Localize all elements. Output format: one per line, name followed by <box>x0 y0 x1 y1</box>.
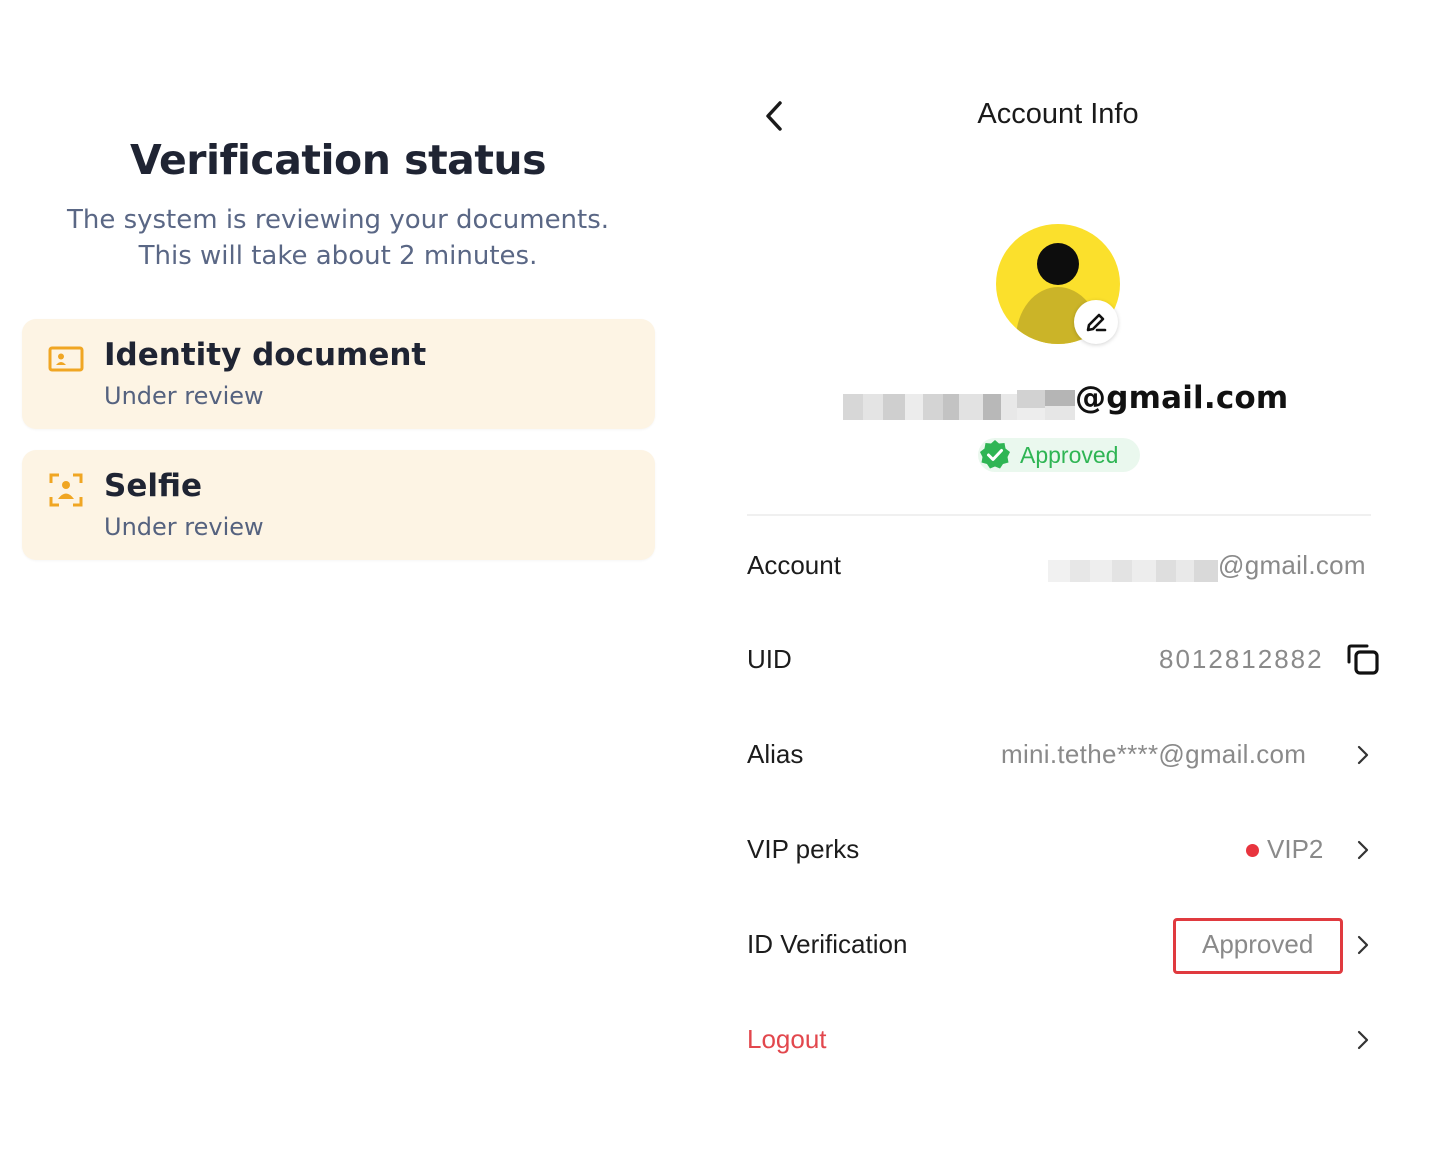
uid-value: 8012812882 <box>1159 644 1324 674</box>
uid-row: UID 8012812882 <box>747 630 1383 690</box>
redacted-email-blur <box>843 390 1075 420</box>
vip-level-value: VIP2 <box>1267 834 1324 864</box>
id-verification-row[interactable]: ID Verification Approved <box>747 915 1383 975</box>
account-email: @gmail.com <box>843 376 1288 426</box>
divider <box>747 514 1371 516</box>
account-row: Account @gmail.com <box>747 536 1383 596</box>
approved-badge-label: Approved <box>1020 442 1119 468</box>
page-title: Account Info <box>977 98 1139 130</box>
selfie-card: Selfie Under review <box>22 450 655 560</box>
id-verification-label: ID Verification <box>747 929 908 959</box>
chevron-right-icon <box>1357 840 1369 860</box>
account-value: @gmail.com <box>1218 550 1366 580</box>
face-scan-icon <box>48 472 84 508</box>
chevron-right-icon <box>1357 1030 1369 1050</box>
alias-value: mini.tethe****@gmail.com <box>1001 739 1307 769</box>
account-label: Account <box>747 550 841 580</box>
account-info-panel: Account Info @gmail.com Approved Account… <box>700 0 1443 1149</box>
uid-label: UID <box>747 644 792 674</box>
alias-label: Alias <box>747 739 804 769</box>
chevron-right-icon <box>1357 745 1369 765</box>
verification-subtitle-line2: This will take about 2 minutes. <box>138 241 538 271</box>
pencil-icon <box>1086 313 1107 332</box>
verified-check-icon <box>980 440 1010 469</box>
verification-subtitle: The system is reviewing your documents. … <box>0 202 676 274</box>
alias-row[interactable]: Alias mini.tethe****@gmail.com <box>747 725 1383 785</box>
email-domain-text: @gmail.com <box>1075 380 1289 416</box>
logout-row[interactable]: Logout <box>747 1010 1383 1070</box>
identity-document-card: Identity document Under review <box>22 319 655 429</box>
vip-status-dot <box>1246 844 1259 857</box>
approved-badge: Approved <box>978 438 1140 472</box>
copy-icon[interactable] <box>1345 640 1381 676</box>
verification-title: Verification status <box>129 136 547 184</box>
chevron-right-icon <box>1357 935 1369 955</box>
vip-perks-label: VIP perks <box>747 834 860 864</box>
selfie-status: Under review <box>104 513 264 541</box>
vip-perks-row[interactable]: VIP perks VIP2 <box>747 820 1383 880</box>
identity-document-title: Identity document <box>104 337 427 373</box>
verification-status-panel: Verification status The system is review… <box>0 0 680 1149</box>
id-verification-value: Approved <box>1202 929 1314 959</box>
verification-subtitle-line1: The system is reviewing your documents. <box>66 205 610 235</box>
selfie-title: Selfie <box>104 468 202 504</box>
edit-avatar-button[interactable] <box>1074 300 1118 344</box>
redacted-account-blur <box>1048 560 1218 582</box>
identity-document-status: Under review <box>104 382 264 410</box>
logout-label: Logout <box>747 1024 827 1054</box>
id-card-icon <box>48 341 84 377</box>
